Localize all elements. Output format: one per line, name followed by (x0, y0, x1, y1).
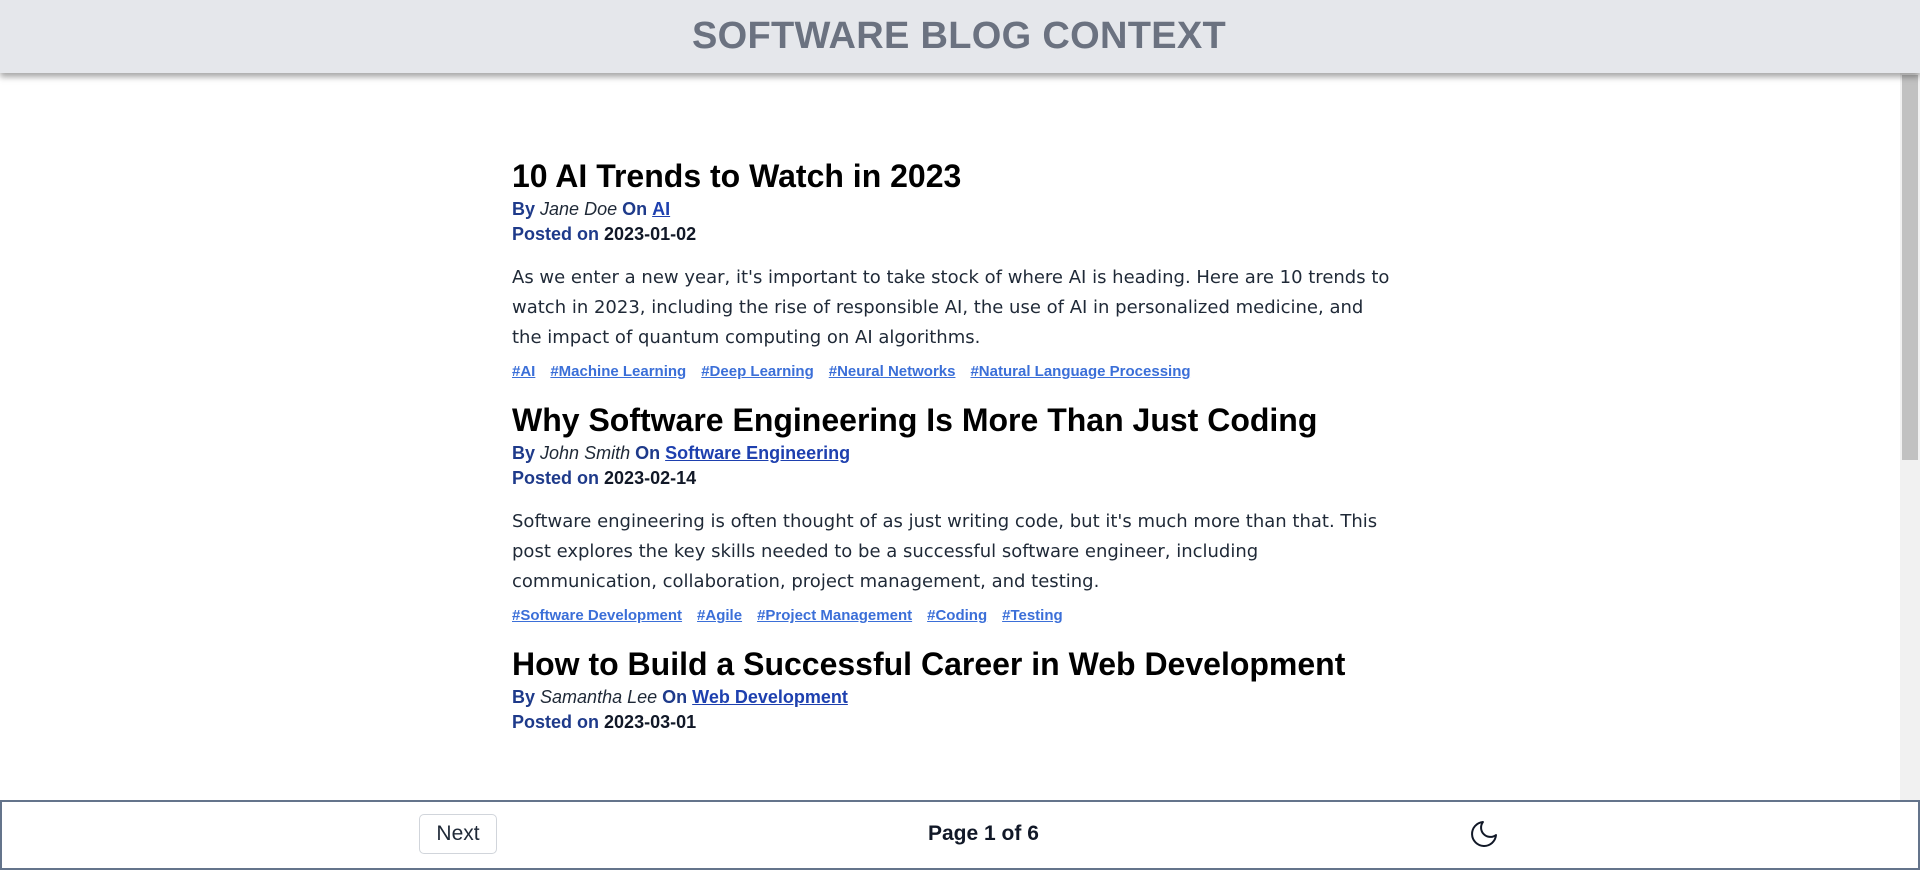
next-button[interactable]: Next (419, 814, 497, 854)
tag-link[interactable]: #Coding (927, 607, 987, 624)
post-title[interactable]: 10 AI Trends to Watch in 2023 (512, 158, 1392, 194)
theme-toggle-button[interactable] (1466, 816, 1502, 852)
post-item: 10 AI Trends to Watch in 2023 By Jane Do… (512, 158, 1392, 380)
pagination-footer: Next Page 1 of 6 (0, 800, 1920, 870)
post-list: 10 AI Trends to Watch in 2023 By Jane Do… (512, 73, 1392, 800)
tag-link[interactable]: #Deep Learning (701, 363, 814, 380)
post-author: John Smith (540, 443, 631, 463)
tag-link[interactable]: #Neural Networks (829, 363, 956, 380)
post-byline: By Jane Doe On AI (512, 197, 1392, 222)
post-author: Jane Doe (540, 199, 618, 219)
on-label: On (622, 199, 648, 219)
post-title[interactable]: Why Software Engineering Is More Than Ju… (512, 402, 1392, 438)
on-label: On (635, 443, 661, 463)
post-tags: #AI #Machine Learning #Deep Learning #Ne… (512, 363, 1392, 380)
post-date-line: Posted on 2023-02-14 (512, 466, 1392, 491)
scrollbar[interactable] (1900, 73, 1920, 800)
post-date-line: Posted on 2023-01-02 (512, 222, 1392, 247)
page-indicator: Page 1 of 6 (928, 822, 1039, 845)
post-byline: By Samantha Lee On Web Development (512, 685, 1392, 710)
posted-on-label: Posted on (512, 712, 600, 732)
post-author: Samantha Lee (540, 687, 658, 707)
on-label: On (662, 687, 688, 707)
post-date-line: Posted on 2023-03-01 (512, 710, 1392, 735)
posted-on-label: Posted on (512, 468, 600, 488)
post-tags: #Software Development #Agile #Project Ma… (512, 607, 1392, 624)
tag-link[interactable]: #Agile (697, 607, 742, 624)
site-title: SOFTWARE BLOG CONTEXT (691, 15, 1227, 57)
post-byline: By John Smith On Software Engineering (512, 441, 1392, 466)
scrollbar-thumb[interactable] (1902, 75, 1918, 460)
post-title[interactable]: How to Build a Successful Career in Web … (512, 646, 1392, 682)
post-category-link[interactable]: Web Development (692, 687, 848, 707)
post-excerpt: Software engineering is often thought of… (512, 511, 1378, 592)
post-category-link[interactable]: Software Engineering (665, 443, 850, 463)
tag-link[interactable]: #Testing (1002, 607, 1063, 624)
post-date: 2023-03-01 (604, 712, 697, 732)
site-header: SOFTWARE BLOG CONTEXT (0, 0, 1920, 73)
posted-on-label: Posted on (512, 224, 600, 244)
post-date: 2023-01-02 (604, 224, 697, 244)
tag-link[interactable]: #AI (512, 363, 535, 380)
tag-link[interactable]: #Machine Learning (550, 363, 686, 380)
post-item: How to Build a Successful Career in Web … (512, 646, 1392, 735)
by-label: By (512, 199, 536, 219)
post-excerpt: As we enter a new year, it's important t… (512, 267, 1390, 348)
post-date: 2023-02-14 (604, 468, 697, 488)
tag-link[interactable]: #Project Management (757, 607, 912, 624)
tag-link[interactable]: #Natural Language Processing (970, 363, 1190, 380)
post-item: Why Software Engineering Is More Than Ju… (512, 402, 1392, 624)
tag-link[interactable]: #Software Development (512, 607, 682, 624)
post-category-link[interactable]: AI (652, 199, 670, 219)
moon-icon (1471, 821, 1497, 847)
by-label: By (512, 443, 536, 463)
by-label: By (512, 687, 536, 707)
